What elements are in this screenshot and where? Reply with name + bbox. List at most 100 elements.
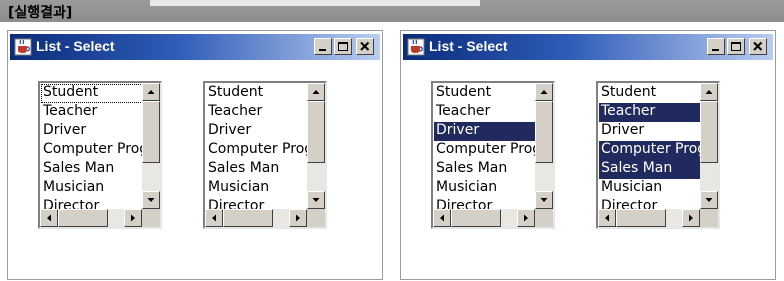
- scroll-down-button[interactable]: [535, 191, 553, 209]
- vertical-scrollbar[interactable]: [307, 83, 325, 209]
- list-item[interactable]: Musician: [434, 179, 536, 198]
- job-list-right[interactable]: Student Teacher Driver Computer Programm…: [203, 81, 327, 229]
- list-item[interactable]: Student: [41, 84, 143, 103]
- scroll-left-button[interactable]: [205, 209, 223, 227]
- scroll-left-icon: [605, 214, 609, 222]
- scroll-left-icon: [440, 214, 444, 222]
- close-icon: [360, 41, 370, 51]
- scroll-down-icon: [540, 198, 548, 202]
- scroll-up-button[interactable]: [700, 83, 718, 101]
- window-titlebar[interactable]: List - Select: [403, 34, 773, 60]
- scroll-corner: [535, 209, 553, 227]
- scroll-right-button[interactable]: [289, 209, 307, 227]
- horizontal-scrollbar[interactable]: [205, 209, 307, 227]
- window-list-select-1: List - Select Student Teacher Driver Com…: [7, 30, 383, 280]
- list-item-selected[interactable]: Teacher: [599, 103, 701, 122]
- list-items: Student Teacher Driver Computer Programm…: [206, 84, 308, 210]
- vertical-scroll-thumb[interactable]: [535, 101, 553, 163]
- list-items: Student Teacher Driver Computer Programm…: [434, 84, 536, 210]
- java-cup-icon: [407, 38, 425, 56]
- horizontal-scroll-thumb[interactable]: [451, 209, 501, 227]
- scroll-right-icon: [689, 214, 693, 222]
- list-item[interactable]: Computer Programmer: [41, 141, 143, 160]
- window-title: List - Select: [429, 38, 508, 54]
- close-button[interactable]: [356, 38, 374, 55]
- scroll-up-icon: [705, 90, 713, 94]
- scroll-down-icon: [312, 198, 320, 202]
- scroll-down-button[interactable]: [307, 191, 325, 209]
- scroll-up-button[interactable]: [142, 83, 160, 101]
- window-title: List - Select: [36, 38, 115, 54]
- vertical-scroll-thumb[interactable]: [142, 101, 160, 163]
- list-item[interactable]: Teacher: [434, 103, 536, 122]
- job-list-right[interactable]: Student Teacher Driver Computer Programm…: [596, 81, 720, 229]
- list-item[interactable]: Musician: [41, 179, 143, 198]
- scroll-left-button[interactable]: [40, 209, 58, 227]
- header-title: [실행결과]: [8, 5, 73, 21]
- list-item[interactable]: Student: [434, 84, 536, 103]
- scroll-down-button[interactable]: [142, 191, 160, 209]
- scroll-right-button[interactable]: [517, 209, 535, 227]
- scroll-left-button[interactable]: [433, 209, 451, 227]
- vertical-scroll-thumb[interactable]: [307, 101, 325, 163]
- vertical-scrollbar[interactable]: [535, 83, 553, 209]
- maximize-button[interactable]: [727, 38, 745, 55]
- window-list-select-2: List - Select Student Teacher Driver Com…: [400, 30, 776, 280]
- maximize-icon: [731, 42, 741, 51]
- minimize-icon: [712, 49, 719, 51]
- scroll-down-icon: [705, 198, 713, 202]
- minimize-button[interactable]: [314, 38, 332, 55]
- list-item[interactable]: Sales Man: [41, 160, 143, 179]
- scroll-down-button[interactable]: [700, 191, 718, 209]
- horizontal-scrollbar[interactable]: [40, 209, 142, 227]
- list-item[interactable]: Computer Programmer: [206, 141, 308, 160]
- list-item[interactable]: Teacher: [206, 103, 308, 122]
- list-item[interactable]: Student: [599, 84, 701, 103]
- scroll-down-icon: [147, 198, 155, 202]
- list-item[interactable]: Musician: [599, 179, 701, 198]
- header-tab-strip: [150, 0, 480, 6]
- horizontal-scroll-thumb[interactable]: [223, 209, 273, 227]
- list-item-selected[interactable]: Computer Programmer: [599, 141, 701, 160]
- maximize-button[interactable]: [334, 38, 352, 55]
- vertical-scroll-thumb[interactable]: [700, 101, 718, 163]
- horizontal-scrollbar[interactable]: [433, 209, 535, 227]
- scroll-up-button[interactable]: [307, 83, 325, 101]
- scroll-right-button[interactable]: [124, 209, 142, 227]
- list-item[interactable]: Musician: [206, 179, 308, 198]
- java-cup-icon: [14, 38, 32, 56]
- scroll-corner: [142, 209, 160, 227]
- scroll-up-icon: [312, 90, 320, 94]
- list-item[interactable]: Computer Programmer: [434, 141, 536, 160]
- window-titlebar[interactable]: List - Select: [10, 34, 380, 60]
- list-item[interactable]: Teacher: [41, 103, 143, 122]
- scroll-right-button[interactable]: [682, 209, 700, 227]
- list-item[interactable]: Driver: [599, 122, 701, 141]
- scroll-left-icon: [212, 214, 216, 222]
- close-button[interactable]: [749, 38, 767, 55]
- job-list-left[interactable]: Student Teacher Driver Computer Programm…: [38, 81, 162, 229]
- minimize-icon: [319, 49, 326, 51]
- job-list-left[interactable]: Student Teacher Driver Computer Programm…: [431, 81, 555, 229]
- list-item[interactable]: Sales Man: [434, 160, 536, 179]
- horizontal-scrollbar[interactable]: [598, 209, 700, 227]
- list-items: Student Teacher Driver Computer Programm…: [41, 84, 143, 210]
- vertical-scrollbar[interactable]: [700, 83, 718, 209]
- scroll-right-icon: [131, 214, 135, 222]
- list-item-selected[interactable]: Driver: [434, 122, 536, 141]
- list-item[interactable]: Student: [206, 84, 308, 103]
- list-item-selected[interactable]: Sales Man: [599, 160, 701, 179]
- scroll-left-button[interactable]: [598, 209, 616, 227]
- minimize-button[interactable]: [707, 38, 725, 55]
- list-item[interactable]: Driver: [206, 122, 308, 141]
- header-bar: [실행결과]: [0, 0, 784, 22]
- vertical-scrollbar[interactable]: [142, 83, 160, 209]
- horizontal-scroll-thumb[interactable]: [58, 209, 108, 227]
- scroll-up-icon: [147, 90, 155, 94]
- scroll-up-button[interactable]: [535, 83, 553, 101]
- horizontal-scroll-thumb[interactable]: [616, 209, 666, 227]
- scroll-corner: [700, 209, 718, 227]
- list-item[interactable]: Sales Man: [206, 160, 308, 179]
- list-item[interactable]: Driver: [41, 122, 143, 141]
- list-items: Student Teacher Driver Computer Programm…: [599, 84, 701, 210]
